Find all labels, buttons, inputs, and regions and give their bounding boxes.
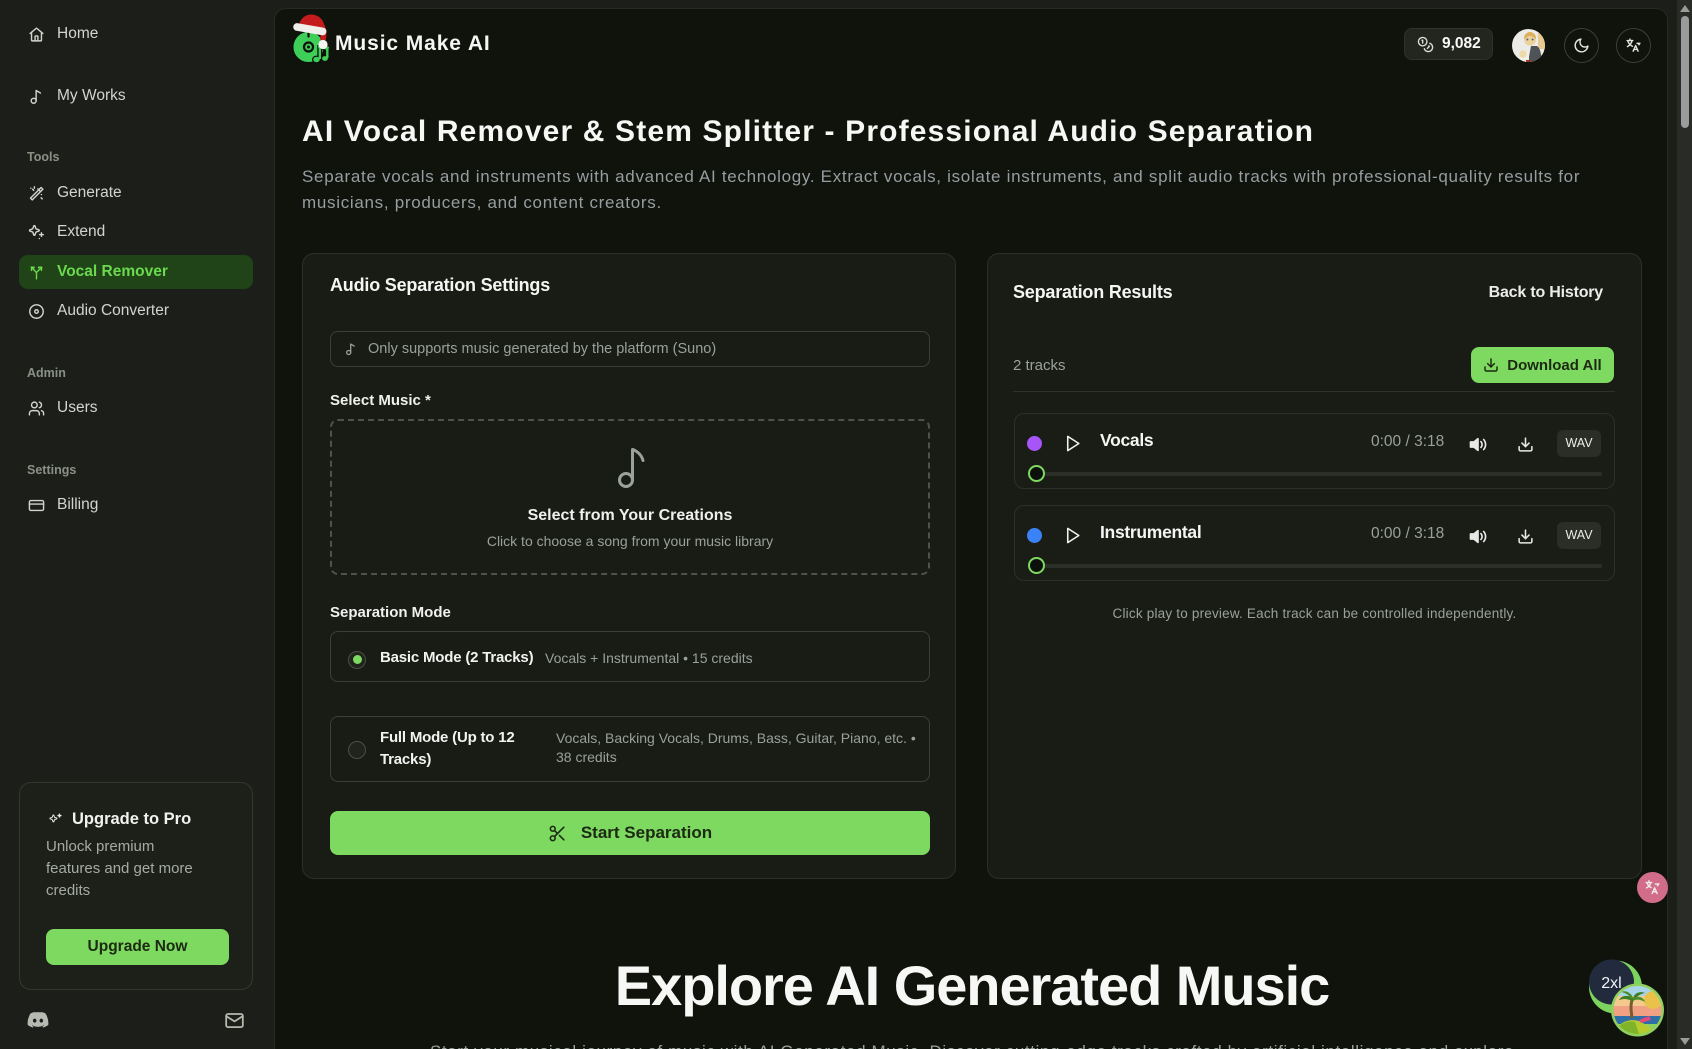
svg-text:2xl: 2xl <box>1601 975 1621 992</box>
